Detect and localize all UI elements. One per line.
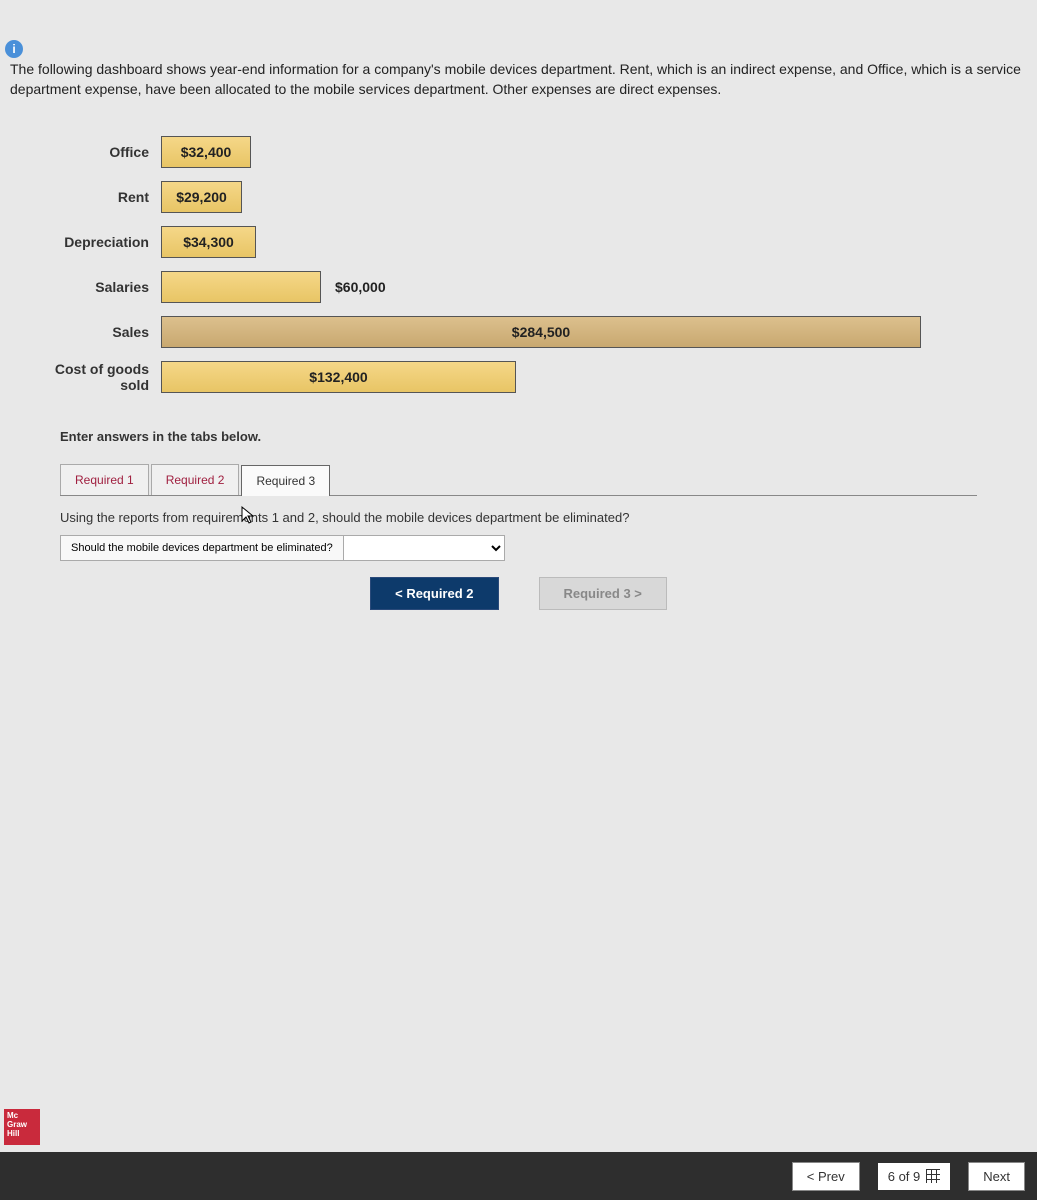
chart-row-office: Office $32,400 <box>50 129 1027 174</box>
chart-bar: $29,200 <box>161 181 242 213</box>
chart-row-rent: Rent $29,200 <box>50 174 1027 219</box>
bar-value: $132,400 <box>309 369 367 385</box>
chart-row-depreciation: Depreciation $34,300 <box>50 219 1027 264</box>
chart-row-sales: Sales $284,500 <box>50 309 1027 354</box>
bar-value: $284,500 <box>512 324 570 340</box>
grid-icon[interactable] <box>926 1169 940 1183</box>
chart-label: Office <box>50 144 155 160</box>
tab-required-2[interactable]: Required 2 <box>151 464 240 495</box>
chart-label: Salaries <box>50 279 155 295</box>
question-text: Using the reports from requirements 1 an… <box>60 496 977 535</box>
mcgraw-hill-logo: Mc Graw Hill <box>4 1109 40 1145</box>
footer-next-button[interactable]: Next <box>968 1162 1025 1191</box>
prev-tab-button[interactable]: < Required 2 <box>370 577 498 610</box>
bar-value: $60,000 <box>335 279 386 295</box>
tabs-row: Required 1 Required 2 Required 3 <box>60 464 977 496</box>
chart-bar <box>161 271 321 303</box>
bar-value: $29,200 <box>176 189 227 205</box>
next-tab-button: Required 3 > <box>539 577 667 610</box>
tab-required-1[interactable]: Required 1 <box>60 464 149 495</box>
chart-bar: $132,400 <box>161 361 516 393</box>
problem-description: The following dashboard shows year-end i… <box>10 60 1027 99</box>
bar-value: $34,300 <box>183 234 234 250</box>
chart-label: Cost of goods sold <box>50 361 155 393</box>
main-content: The following dashboard shows year-end i… <box>0 0 1037 610</box>
chart-row-cogs: Cost of goods sold $132,400 <box>50 354 1027 399</box>
footer-counter: 6 of 9 <box>878 1163 951 1190</box>
tabs-section: Enter answers in the tabs below. Require… <box>60 429 977 610</box>
tab-required-3[interactable]: Required 3 <box>241 465 330 496</box>
answer-input-cell <box>344 536 504 560</box>
answer-select[interactable] <box>344 536 504 560</box>
footer-bar: < Prev 6 of 9 Next <box>0 1152 1037 1200</box>
footer-prev-button[interactable]: < Prev <box>792 1162 860 1191</box>
bar-value: $32,400 <box>181 144 232 160</box>
bar-chart: Office $32,400 Rent $29,200 Depreciation… <box>50 129 1027 399</box>
info-icon[interactable]: i <box>5 40 23 58</box>
chart-label: Rent <box>50 189 155 205</box>
answer-label: Should the mobile devices department be … <box>61 536 344 560</box>
chart-row-salaries: Salaries $60,000 <box>50 264 1027 309</box>
chart-bar: $32,400 <box>161 136 251 168</box>
chart-bar: $284,500 <box>161 316 921 348</box>
tab-nav-buttons: < Required 2 Required 3 > <box>60 577 977 610</box>
chart-bar: $34,300 <box>161 226 256 258</box>
chart-label: Sales <box>50 324 155 340</box>
tabs-instruction: Enter answers in the tabs below. <box>60 429 977 444</box>
counter-text: 6 of 9 <box>888 1169 921 1184</box>
answer-row: Should the mobile devices department be … <box>60 535 505 561</box>
chart-label: Depreciation <box>50 234 155 250</box>
